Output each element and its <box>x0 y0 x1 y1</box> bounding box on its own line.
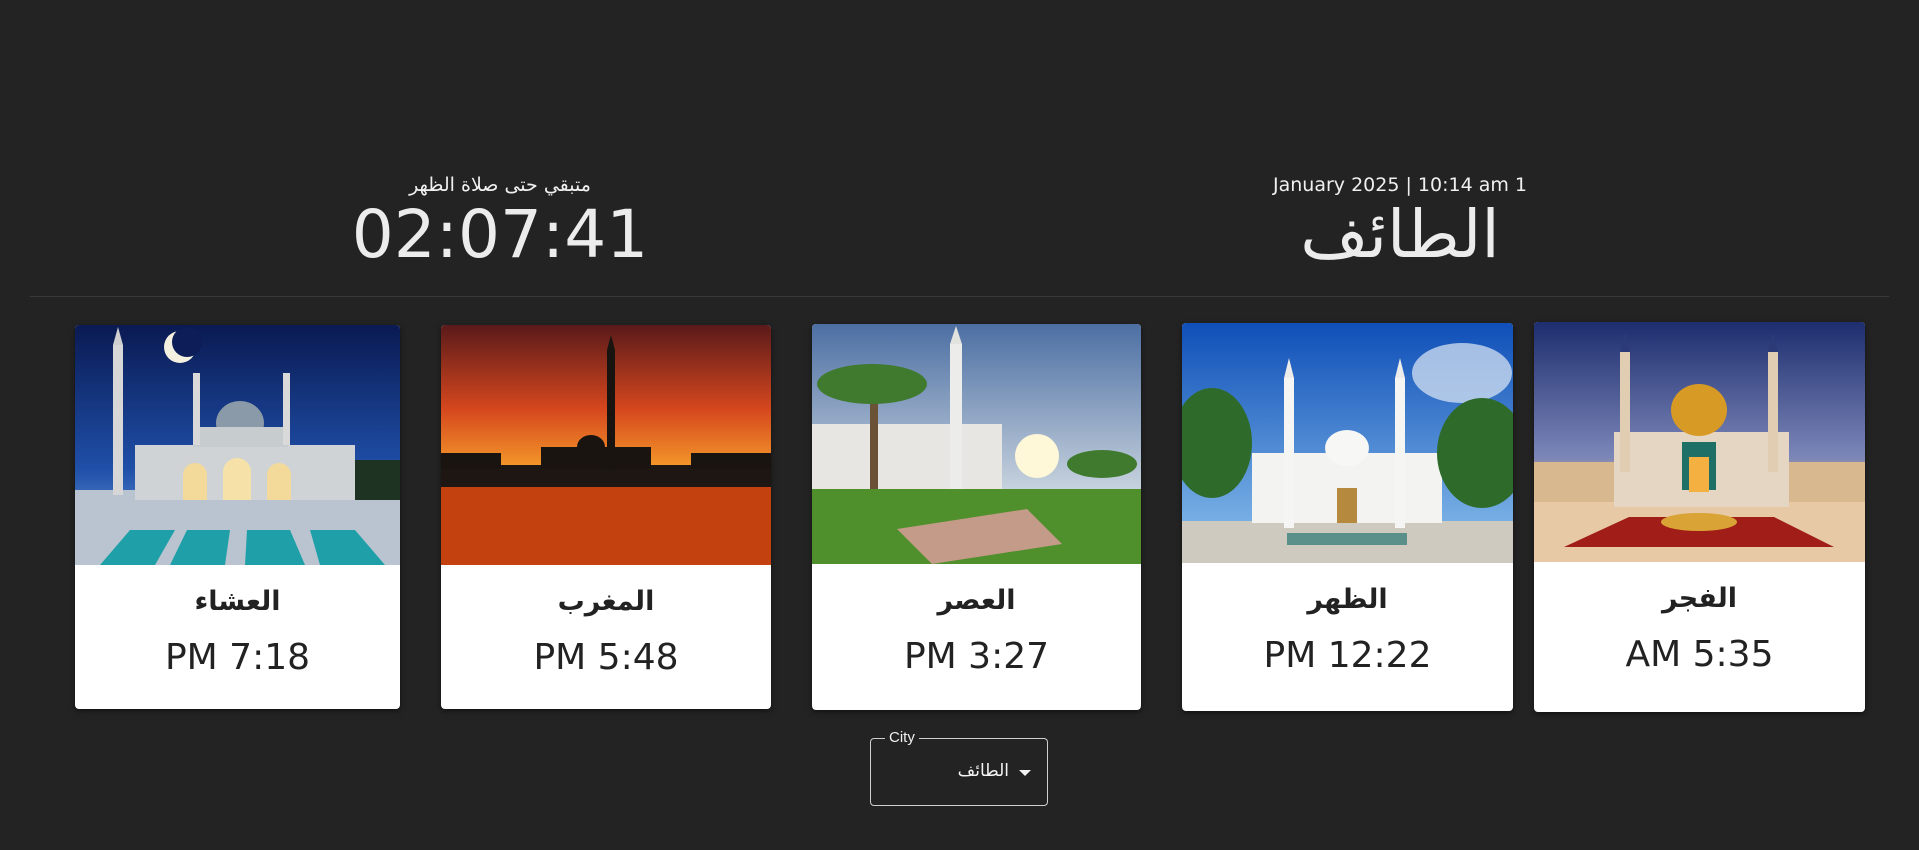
city-select-value: الطائف <box>957 761 1009 781</box>
header-divider <box>30 296 1889 297</box>
prayer-time: PM 3:27 <box>903 636 1050 677</box>
mosque-dawn-image <box>1534 322 1865 562</box>
mosque-night-image <box>75 325 400 565</box>
prayer-time: AM 5:35 <box>1625 634 1774 675</box>
chevron-down-icon[interactable] <box>1019 770 1031 776</box>
prayer-card-isha: العشاء PM 7:18 <box>75 325 400 709</box>
mosque-noon-image <box>1182 323 1513 563</box>
prayer-card-maghrib: المغرب PM 5:48 <box>441 325 771 709</box>
prayer-card-dhuhr: الظهر PM 12:22 <box>1182 323 1513 711</box>
prayer-card-asr: العصر PM 3:27 <box>812 324 1141 710</box>
countdown-label: متبقي حتى صلاة الظهر <box>409 174 591 196</box>
prayer-time: PM 12:22 <box>1263 635 1432 676</box>
prayer-name: العصر <box>937 585 1016 616</box>
city-select-label: City <box>885 729 919 746</box>
mosque-sunset-image <box>441 325 771 565</box>
prayer-card-fajr: الفجر AM 5:35 <box>1534 322 1865 712</box>
countdown-panel: متبقي حتى صلاة الظهر 02:07:41 <box>300 172 700 272</box>
location-panel: January 2025 | 10:14 am 1 الطائف <box>1200 172 1600 272</box>
city-select[interactable]: City الطائف <box>870 729 1048 806</box>
current-datetime: January 2025 | 10:14 am 1 <box>1273 174 1527 196</box>
prayer-name: الفجر <box>1661 583 1738 614</box>
prayer-time: PM 7:18 <box>164 637 311 678</box>
countdown-timer: 02:07:41 <box>351 196 649 273</box>
prayer-time: PM 5:48 <box>533 637 679 678</box>
prayer-name: المغرب <box>557 586 655 617</box>
mosque-afternoon-image <box>812 324 1141 564</box>
city-title: الطائف <box>1300 196 1500 273</box>
prayer-name: العشاء <box>194 586 281 617</box>
prayer-name: الظهر <box>1307 584 1388 615</box>
